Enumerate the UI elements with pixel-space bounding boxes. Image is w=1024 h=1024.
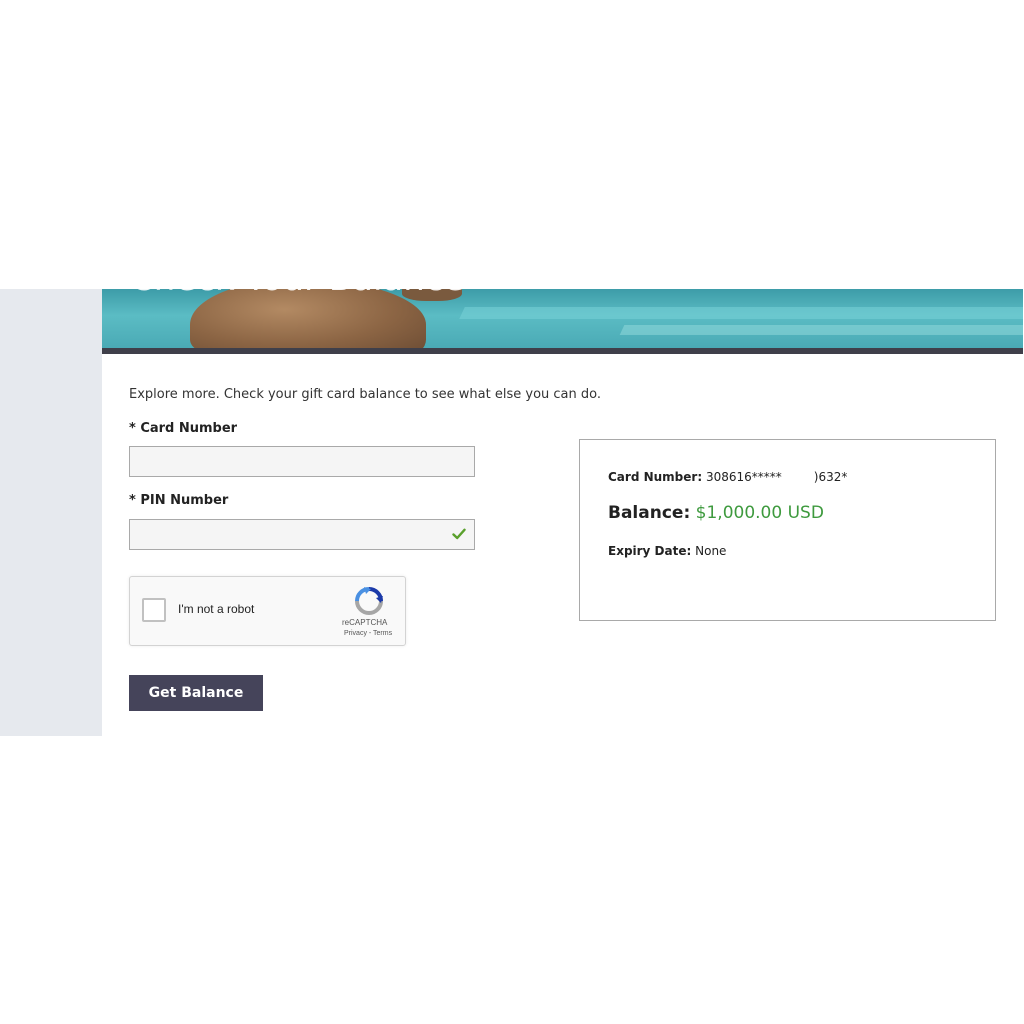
page-viewport: Check Your Balance Explore more. Check y… (0, 289, 1024, 736)
recaptcha-widget: I'm not a robot reCAPTCHA Privacy - Term… (129, 576, 406, 646)
recaptcha-privacy-terms-link[interactable]: Privacy - Terms (344, 630, 392, 637)
result-balance-row: Balance: $1,000.00 USD (608, 503, 824, 523)
recaptcha-brand-text: reCAPTCHA (342, 618, 388, 627)
pin-number-input[interactable] (129, 519, 475, 550)
pin-number-label: * PIN Number (129, 493, 229, 508)
result-balance-value: $1,000.00 USD (695, 503, 824, 523)
intro-text: Explore more. Check your gift card balan… (129, 387, 601, 402)
result-card-number-value-end: )632* (813, 470, 848, 484)
card-number-label: * Card Number (129, 421, 238, 436)
balance-result-box: Card Number: 308616***** )632* Balance: $… (579, 439, 996, 621)
result-expiry-row: Expiry Date: None (608, 544, 726, 558)
result-card-number-row: Card Number: 308616***** )632* (608, 469, 847, 484)
recaptcha-label: I'm not a robot (178, 602, 255, 616)
result-expiry-value: None (695, 544, 727, 558)
get-balance-button[interactable]: Get Balance (129, 675, 263, 711)
card-number-input[interactable] (129, 446, 475, 477)
left-gutter (0, 289, 102, 736)
checkmark-icon (452, 528, 466, 540)
redacted-area (781, 469, 814, 481)
result-card-number-value-start: 308616***** (705, 470, 782, 484)
result-balance-label: Balance: (608, 503, 691, 523)
result-expiry-label: Expiry Date: (608, 544, 692, 558)
page-title: Check Your Balance (130, 289, 464, 299)
hero-sea-band (619, 325, 1023, 335)
recaptcha-logo-icon (355, 587, 383, 615)
result-card-number-label: Card Number: (608, 470, 703, 484)
recaptcha-checkbox[interactable] (142, 598, 166, 622)
hero-banner: Check Your Balance (102, 289, 1023, 348)
balance-check-panel: Explore more. Check your gift card balan… (102, 354, 1023, 736)
hero-sea-band (459, 307, 1023, 319)
